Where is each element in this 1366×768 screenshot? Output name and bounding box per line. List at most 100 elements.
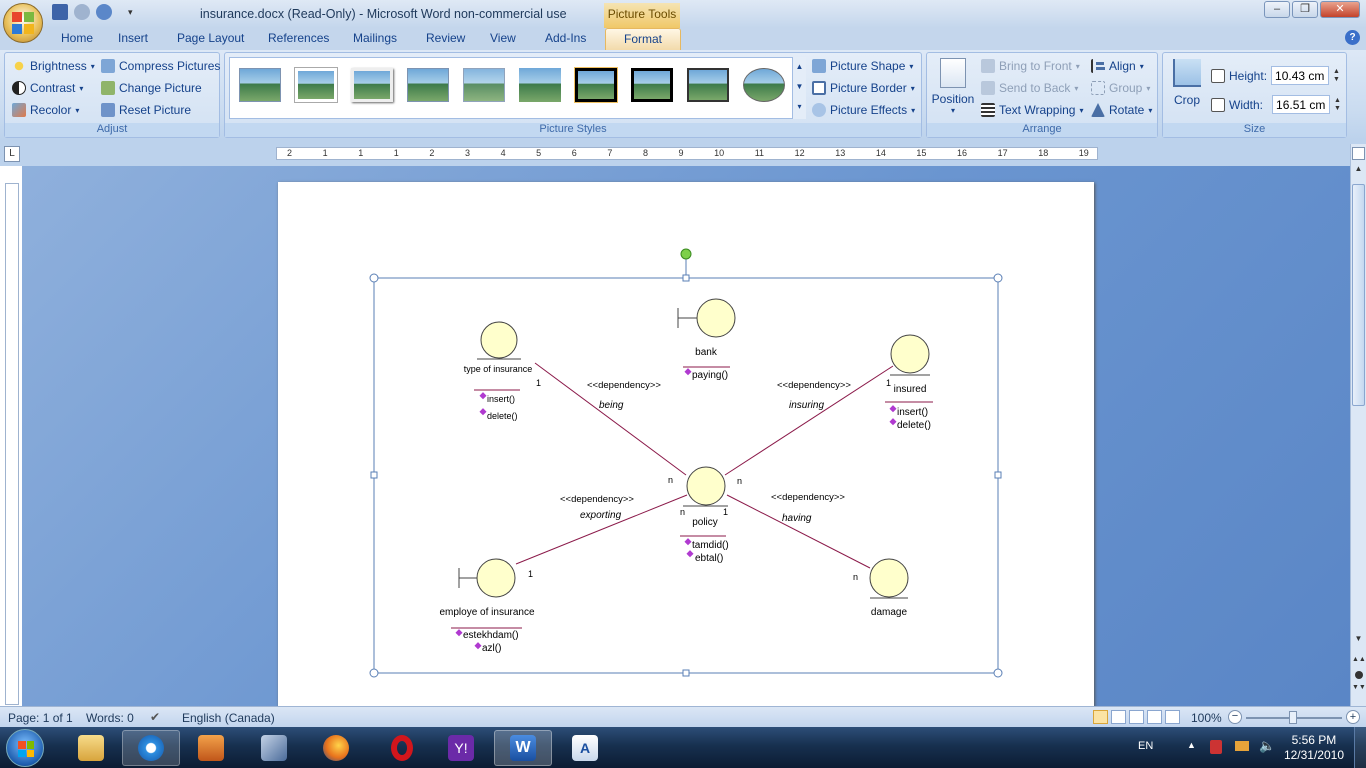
change-picture-button[interactable]: Change Picture [101,81,202,95]
print-layout-view-icon[interactable] [1093,710,1108,724]
gallery-scroll[interactable]: ▲ ▼ ▾ [792,57,806,119]
tab-home[interactable]: Home [61,31,93,45]
maximize-button[interactable]: ❐ [1292,1,1318,18]
tab-references[interactable]: References [268,31,329,45]
help-icon[interactable]: ? [1345,30,1360,45]
outline-view-icon[interactable] [1147,710,1162,724]
scroll-up-icon[interactable]: ▲ [1352,164,1365,178]
tab-mailings[interactable]: Mailings [353,31,397,45]
zoom-out-icon[interactable]: − [1228,710,1242,724]
taskbar-word[interactable]: W [494,730,552,766]
zoom-in-icon[interactable]: + [1346,710,1360,724]
proofing-icon[interactable]: ✔ [150,710,160,724]
tab-review[interactable]: Review [426,31,465,45]
redo-icon[interactable] [96,4,112,20]
style-thumbnail[interactable] [351,68,393,102]
position-button[interactable]: Position ▾ [931,57,975,119]
draft-view-icon[interactable] [1165,710,1180,724]
brightness-button[interactable]: Brightness ▾ [12,59,95,73]
show-desktop-button[interactable] [1354,727,1366,768]
reset-picture-button[interactable]: Reset Picture [101,103,191,117]
align-button[interactable]: Align ▾ [1091,59,1144,73]
height-spinner[interactable]: ▲ ▼ [1333,68,1340,84]
language-indicator[interactable]: English (Canada) [182,711,275,725]
show-hidden-icons[interactable]: ▲ [1187,740,1196,750]
style-thumbnail[interactable] [295,68,337,102]
ruler-toggle-icon[interactable] [1352,147,1365,160]
relation-being-role: being [599,400,624,411]
taskbar-firefox[interactable] [307,730,365,766]
language-indicator-tray[interactable]: EN [1138,740,1153,752]
start-button[interactable] [6,729,44,767]
width-input[interactable]: 16.51 cm [1272,95,1331,114]
taskbar-opera[interactable] [373,730,431,766]
style-thumbnail[interactable] [743,68,785,102]
power-icon[interactable] [1235,741,1249,751]
recolor-button[interactable]: Recolor ▾ [12,103,79,117]
text-wrapping-button[interactable]: Text Wrapping ▾ [981,103,1084,117]
tab-format[interactable]: Format [605,28,682,51]
taskbar-yahoo-messenger[interactable]: Y! [432,730,490,766]
style-thumbnail[interactable] [463,68,505,102]
style-thumbnail[interactable] [631,68,673,102]
height-input[interactable]: 10.43 cm [1271,66,1330,85]
width-spinner[interactable]: ▲ ▼ [1334,97,1341,113]
zoom-slider-thumb[interactable] [1289,711,1297,724]
network-icon[interactable] [1210,740,1222,754]
style-thumbnail[interactable] [239,68,281,102]
picture-shape-button[interactable]: Picture Shape ▾ [812,59,913,73]
taskbar-explorer[interactable] [62,730,120,766]
style-thumbnail-selected[interactable] [574,67,618,103]
previous-page-icon[interactable]: ▲▲ [1352,656,1366,668]
office-button[interactable] [3,3,43,43]
ruler-number: 9 [678,148,684,158]
minimize-button[interactable]: – [1264,1,1290,18]
adjust-group: Brightness ▾ Contrast ▾ Recolor ▾ Compress … [4,52,220,138]
web-layout-view-icon[interactable] [1129,710,1144,724]
taskbar-internet-explorer[interactable] [122,730,180,766]
vertical-scrollbar[interactable]: ▲ ▼ ▲▲ ▼▼ [1350,144,1366,706]
compress-pictures-button[interactable]: Compress Pictures [101,59,220,73]
svg-text:n: n [853,572,858,582]
customize-qat-icon[interactable]: ▾ [128,7,133,18]
tab-page-layout[interactable]: Page Layout [177,31,244,45]
picture-border-button[interactable]: Picture Border ▾ [812,81,915,95]
full-screen-reading-view-icon[interactable] [1111,710,1126,724]
style-thumbnail[interactable] [519,68,561,102]
word-count[interactable]: Words: 0 [86,711,134,725]
undo-icon[interactable] [74,4,90,20]
style-thumbnail[interactable] [687,68,729,102]
crop-button[interactable]: Crop [1169,57,1205,117]
vertical-ruler[interactable] [5,183,19,705]
taskbar-publisher[interactable]: A [556,730,614,766]
page-count[interactable]: Page: 1 of 1 [8,711,73,725]
system-clock[interactable]: 5:56 PM 12/31/2010 [1284,733,1344,763]
tab-insert[interactable]: Insert [118,31,148,45]
scroll-thumb[interactable] [1352,184,1365,406]
contrast-button[interactable]: Contrast ▾ [12,81,83,95]
uml-diagram-picture[interactable]: type of insurance 1 insert() delete() ba… [278,182,1094,708]
volume-icon[interactable]: 🔈 [1259,738,1275,754]
save-icon[interactable] [52,4,68,20]
tab-view[interactable]: View [490,31,516,45]
group-button[interactable]: Group ▾ [1091,81,1150,95]
next-page-icon[interactable]: ▼▼ [1352,684,1366,696]
tab-selector[interactable]: L [4,146,20,162]
scroll-down-icon[interactable]: ▼ [1352,634,1365,648]
close-button[interactable]: ✕ [1320,1,1360,18]
horizontal-ruler[interactable]: 2 1 1 1 2 3 4 5 6 7 8 9 10 11 12 13 14 15 16 17 18 19 [276,147,1098,160]
style-thumbnail[interactable] [407,68,449,102]
resize-handle [369,668,379,678]
bring-to-front-button[interactable]: Bring to Front ▾ [981,59,1080,73]
ruler-number: 14 [875,148,886,158]
zoom-level[interactable]: 100% [1191,711,1222,725]
document-page[interactable]: type of insurance 1 insert() delete() ba… [278,182,1094,708]
picture-effects-button[interactable]: Picture Effects ▾ [812,103,915,117]
browse-object-icon[interactable] [1355,671,1363,679]
tab-add-ins[interactable]: Add-Ins [545,31,586,45]
taskbar-app[interactable] [245,730,303,766]
send-to-back-label: Send to Back [999,81,1071,95]
rotate-button[interactable]: Rotate ▾ [1091,103,1152,117]
send-to-back-button[interactable]: Send to Back ▾ [981,81,1078,95]
taskbar-media-player[interactable] [182,730,240,766]
